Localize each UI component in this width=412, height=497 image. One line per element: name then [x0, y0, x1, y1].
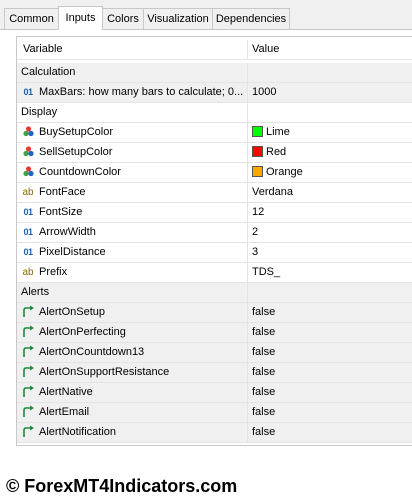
row-arrowwidth[interactable]: 01 ArrowWidth 2: [17, 223, 412, 243]
row-countdowncolor[interactable]: CountdownColor Orange: [17, 163, 412, 183]
bool-arrow-icon: [21, 303, 35, 322]
value-field[interactable]: 12: [248, 203, 412, 223]
variable-name: Prefix: [39, 266, 68, 278]
value-field[interactable]: Orange: [248, 163, 412, 183]
grid-header: Variable Value: [17, 40, 412, 60]
string-icon: ab: [22, 267, 34, 278]
tab-visualization[interactable]: Visualization: [143, 8, 213, 29]
row-sellsetupcolor[interactable]: SellSetupColor Red: [17, 143, 412, 163]
tab-common[interactable]: Common: [4, 8, 59, 29]
row-buysetupcolor[interactable]: BuySetupColor Lime: [17, 123, 412, 143]
row-fontface[interactable]: ab FontFace Verdana: [17, 183, 412, 203]
inputs-property-grid[interactable]: Variable Value Calculation 01 MaxBars: ho…: [16, 36, 412, 446]
bool-arrow-icon: [21, 383, 35, 402]
value-field[interactable]: Verdana: [248, 183, 412, 203]
variable-name: AlertOnCountdown13: [39, 346, 145, 358]
group-calculation[interactable]: Calculation: [17, 63, 412, 83]
variable-name: AlertNotification: [39, 426, 117, 438]
variable-name: AlertOnPerfecting: [39, 326, 126, 338]
bool-arrow-icon: [21, 363, 35, 382]
value-field[interactable]: false: [248, 423, 412, 443]
value-field[interactable]: 1000: [248, 83, 412, 103]
variable-name: CountdownColor: [39, 166, 121, 178]
group-label: Display: [17, 103, 248, 123]
number-icon: 01: [23, 87, 33, 97]
string-icon: ab: [22, 187, 34, 198]
variable-name: AlertEmail: [39, 406, 90, 418]
tab-inputs[interactable]: Inputs: [58, 6, 103, 30]
row-alertonsetup[interactable]: AlertOnSetup false: [17, 303, 412, 323]
row-alertonsupportresistance[interactable]: AlertOnSupportResistance false: [17, 363, 412, 383]
row-alertonperfecting[interactable]: AlertOnPerfecting false: [17, 323, 412, 343]
variable-name: PixelDistance: [39, 246, 106, 258]
number-icon: 01: [23, 247, 33, 257]
variable-name: FontSize: [39, 206, 83, 218]
tab-colors[interactable]: Colors: [102, 8, 144, 29]
variable-name: AlertOnSupportResistance: [39, 366, 170, 378]
color-palette-icon: [21, 123, 35, 142]
row-pixeldistance[interactable]: 01 PixelDistance 3: [17, 243, 412, 263]
column-header-value[interactable]: Value: [248, 40, 412, 60]
value-text: Lime: [266, 126, 290, 138]
number-icon: 01: [23, 227, 33, 237]
group-label: Alerts: [17, 283, 248, 303]
variable-name: SellSetupColor: [39, 146, 113, 158]
value-field[interactable]: false: [248, 363, 412, 383]
value-field[interactable]: TDS_: [248, 263, 412, 283]
group-label: Calculation: [17, 63, 248, 83]
value-field[interactable]: false: [248, 303, 412, 323]
value-field[interactable]: 3: [248, 243, 412, 263]
group-alerts[interactable]: Alerts: [17, 283, 412, 303]
color-palette-icon: [21, 143, 35, 162]
color-palette-icon: [21, 163, 35, 182]
value-field[interactable]: false: [248, 383, 412, 403]
row-alertemail[interactable]: AlertEmail false: [17, 403, 412, 423]
value-field[interactable]: 2: [248, 223, 412, 243]
variable-name: ArrowWidth: [39, 226, 96, 238]
value-field[interactable]: false: [248, 403, 412, 423]
group-display[interactable]: Display: [17, 103, 412, 123]
color-swatch: [252, 126, 263, 137]
variable-name: BuySetupColor: [39, 126, 113, 138]
variable-name: AlertNative: [39, 386, 93, 398]
row-fontsize[interactable]: 01 FontSize 12: [17, 203, 412, 223]
tab-dependencies[interactable]: Dependencies: [212, 8, 290, 29]
color-swatch: [252, 146, 263, 157]
row-maxbars[interactable]: 01 MaxBars: how many bars to calculate; 0…: [17, 83, 412, 103]
color-swatch: [252, 166, 263, 177]
bool-arrow-icon: [21, 403, 35, 422]
row-prefix[interactable]: ab Prefix TDS_: [17, 263, 412, 283]
watermark: © ForexMT4Indicators.com: [6, 476, 238, 496]
column-header-variable[interactable]: Variable: [17, 40, 248, 60]
value-field[interactable]: false: [248, 323, 412, 343]
value-field[interactable]: Lime: [248, 123, 412, 143]
value-field[interactable]: false: [248, 343, 412, 363]
bool-arrow-icon: [21, 323, 35, 342]
row-alertoncountdown13[interactable]: AlertOnCountdown13 false: [17, 343, 412, 363]
value-text: Red: [266, 146, 287, 158]
tab-bar: Common Inputs Colors Visualization Depen…: [0, 0, 412, 30]
row-alertnotification[interactable]: AlertNotification false: [17, 423, 412, 443]
value-text: Orange: [266, 166, 303, 178]
bool-arrow-icon: [21, 343, 35, 362]
variable-name: AlertOnSetup: [39, 306, 106, 318]
bool-arrow-icon: [21, 423, 35, 442]
row-alertnative[interactable]: AlertNative false: [17, 383, 412, 403]
variable-name: FontFace: [39, 186, 86, 198]
variable-name: MaxBars: how many bars to calculate; 0..…: [39, 86, 244, 98]
value-field[interactable]: Red: [248, 143, 412, 163]
number-icon: 01: [23, 207, 33, 217]
